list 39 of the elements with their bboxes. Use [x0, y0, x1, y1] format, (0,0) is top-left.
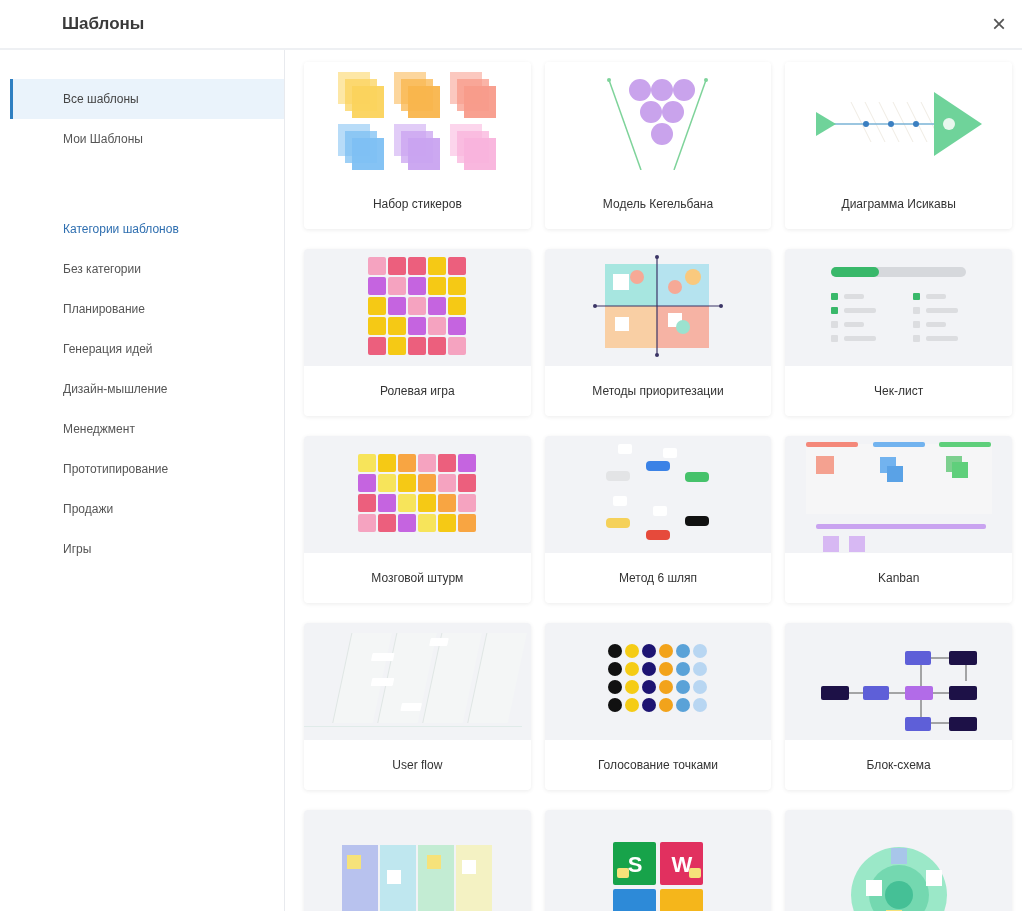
- template-card[interactable]: S W: [544, 810, 772, 911]
- swot-grid-drawing: S W: [613, 842, 703, 911]
- template-card[interactable]: Модель Кегельбана: [544, 62, 772, 229]
- template-title: Блок-схема: [866, 757, 931, 774]
- sidebar-item[interactable]: Мои Шаблоны: [10, 119, 284, 159]
- template-card[interactable]: Набор стикеров: [304, 62, 531, 229]
- template-title: User flow: [392, 757, 443, 774]
- template-card[interactable]: Чек-лист: [785, 249, 1012, 416]
- template-title: Методы приоритезации: [592, 383, 724, 400]
- template-card[interactable]: Метод 6 шляп: [544, 436, 772, 603]
- template-title: Набор стикеров: [372, 196, 462, 213]
- sidebar-item[interactable]: Продажи: [10, 489, 284, 529]
- template-card[interactable]: Kanban: [785, 436, 1012, 603]
- template-title: Голосование точками: [597, 757, 719, 774]
- template-title: Метод 6 шляп: [618, 570, 698, 587]
- template-card[interactable]: User flow: [304, 623, 531, 790]
- template-card[interactable]: Блок-схема: [785, 623, 1012, 790]
- template-title: Модель Кегельбана: [602, 196, 714, 213]
- template-card[interactable]: Методы приоритезации: [544, 249, 772, 416]
- template-card[interactable]: Голосование точками: [544, 623, 772, 790]
- sidebar-item[interactable]: Генерация идей: [10, 329, 284, 369]
- template-title: Мозговой штурм: [371, 570, 464, 587]
- sidebar-item[interactable]: Без категории: [10, 249, 284, 289]
- sidebar-item[interactable]: Планирование: [10, 289, 284, 329]
- template-title: Kanban: [877, 570, 920, 587]
- template-title: Чек-лист: [874, 383, 924, 400]
- sidebar-item[interactable]: Прототипирование: [10, 449, 284, 489]
- dialog-title: Шаблоны: [62, 13, 145, 36]
- sidebar-item[interactable]: Игры: [10, 529, 284, 569]
- template-title: Диаграмма Исикавы: [841, 196, 956, 213]
- template-card[interactable]: Мозговой штурм: [304, 436, 531, 603]
- template-card[interactable]: Диаграмма Исикавы: [785, 62, 1012, 229]
- sidebar-item[interactable]: Дизайн-мышление: [10, 369, 284, 409]
- sidebar-item[interactable]: Все шаблоны: [10, 79, 284, 119]
- template-card[interactable]: Ролевая игра: [304, 249, 531, 416]
- close-button[interactable]: ×: [988, 12, 1010, 36]
- categories-heading: Категории шаблонов: [62, 221, 180, 238]
- sidebar-item[interactable]: Менеджмент: [10, 409, 284, 449]
- template-title: Ролевая игра: [379, 383, 455, 400]
